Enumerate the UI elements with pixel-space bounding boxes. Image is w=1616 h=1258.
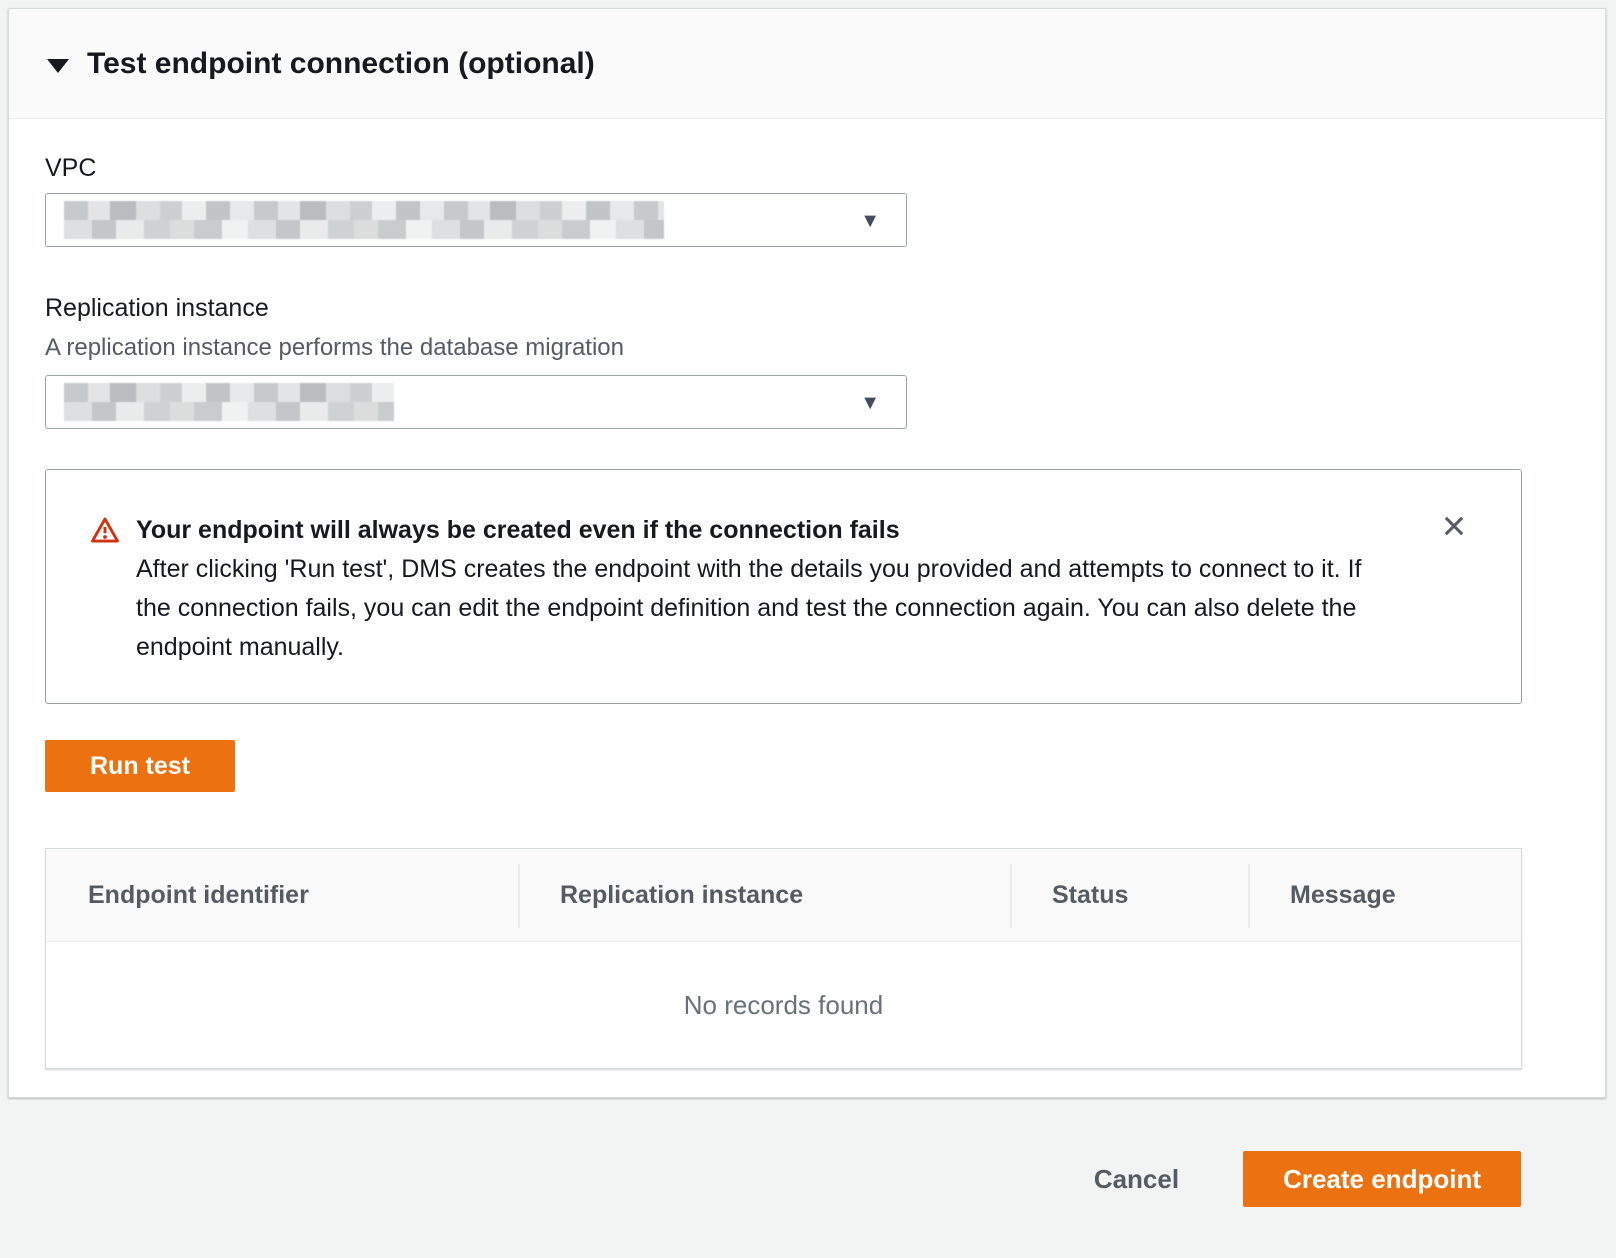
test-endpoint-connection-panel: Test endpoint connection (optional) VPC … [8, 8, 1606, 1098]
warning-alert: Your endpoint will always be created eve… [45, 469, 1522, 704]
footer-action-bar: Cancel Create endpoint [0, 1100, 1616, 1258]
cancel-button[interactable]: Cancel [1094, 1164, 1179, 1195]
vpc-field: VPC ▼ [45, 153, 1569, 247]
close-icon [1440, 512, 1468, 540]
replication-instance-label: Replication instance [45, 293, 1569, 323]
run-test-button[interactable]: Run test [45, 740, 235, 792]
panel-body: VPC ▼ Replication instance A replication… [9, 119, 1605, 1069]
warning-body: After clicking 'Run test', DMS creates t… [136, 550, 1401, 667]
replication-instance-description: A replication instance performs the data… [45, 333, 1569, 363]
redacted-value [64, 201, 664, 239]
collapse-triangle-icon [47, 59, 69, 73]
warning-triangle-icon [90, 515, 120, 545]
connection-results-table: Endpoint identifier Replication instance… [45, 848, 1522, 1069]
warning-title: Your endpoint will always be created eve… [136, 512, 1401, 548]
panel-title: Test endpoint connection (optional) [87, 47, 595, 81]
vpc-select[interactable]: ▼ [45, 193, 907, 247]
replication-instance-field: Replication instance A replication insta… [45, 293, 1569, 429]
column-header-message[interactable]: Message [1248, 881, 1521, 910]
chevron-down-icon: ▼ [860, 390, 880, 416]
empty-state-text: No records found [46, 942, 1521, 1068]
panel-header[interactable]: Test endpoint connection (optional) [9, 9, 1605, 119]
column-header-replication-instance[interactable]: Replication instance [518, 881, 1010, 910]
table-header-row: Endpoint identifier Replication instance… [46, 849, 1521, 942]
create-endpoint-button[interactable]: Create endpoint [1243, 1151, 1521, 1207]
vpc-label: VPC [45, 153, 1569, 183]
column-header-endpoint-identifier[interactable]: Endpoint identifier [46, 881, 518, 910]
column-header-status[interactable]: Status [1010, 881, 1248, 910]
replication-instance-select[interactable]: ▼ [45, 375, 907, 429]
chevron-down-icon: ▼ [860, 208, 880, 234]
redacted-value [64, 383, 394, 421]
dismiss-warning-button[interactable] [1437, 510, 1471, 544]
